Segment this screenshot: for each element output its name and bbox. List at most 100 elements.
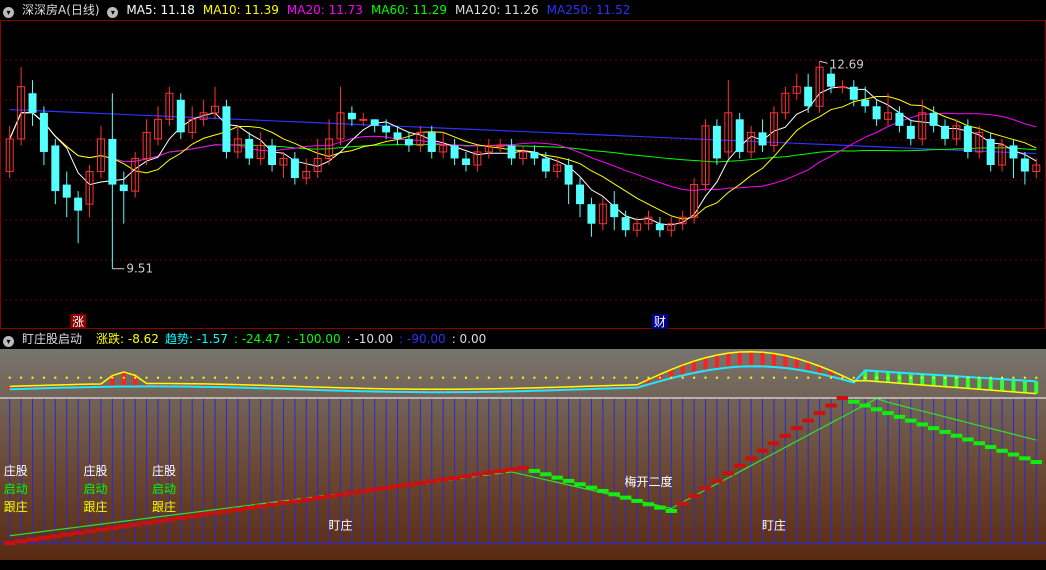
band-bar: [1034, 381, 1039, 394]
dot-marker: [784, 376, 787, 379]
step-block: [939, 429, 951, 434]
step-block: [950, 433, 963, 438]
chevron-down-icon[interactable]: ▾: [3, 7, 14, 18]
dot-marker: [350, 376, 353, 379]
step-block: [528, 468, 541, 473]
step-block: [4, 541, 16, 545]
candle-body: [655, 223, 664, 231]
dot-marker: [567, 376, 570, 379]
dot-marker: [841, 376, 844, 379]
signal-label: 跟庄: [152, 499, 176, 514]
dot-marker: [385, 376, 388, 379]
step-block: [1007, 452, 1020, 457]
step-block: [129, 522, 141, 527]
step-block: [574, 482, 586, 487]
candle-body: [39, 112, 48, 152]
candle-body: [861, 99, 870, 107]
dot-marker: [909, 376, 912, 379]
dot-marker: [282, 376, 285, 379]
dot-marker: [510, 376, 513, 379]
band-bar: [760, 352, 765, 367]
step-block: [426, 479, 438, 484]
chevron-down-icon[interactable]: ▾: [3, 336, 14, 347]
indicator-legend-item: 涨跌: -8.62: [96, 332, 159, 346]
ma-legend-item: MA250: 11.52: [546, 3, 631, 17]
step-block: [437, 477, 449, 482]
step-block: [905, 418, 917, 423]
candle-body: [507, 145, 516, 159]
candle-body: [986, 138, 995, 165]
step-block: [517, 465, 529, 470]
dot-marker: [259, 376, 262, 379]
dot-marker: [430, 376, 433, 379]
step-block: [175, 515, 187, 520]
step-block: [61, 532, 73, 537]
step-block: [369, 487, 381, 492]
step-block: [289, 499, 301, 504]
step-block: [676, 501, 689, 506]
event-marker: 财: [654, 315, 666, 329]
dot-marker: [750, 376, 753, 379]
dot-marker: [1035, 376, 1038, 379]
candle-body: [393, 132, 402, 139]
band-bar: [680, 365, 685, 376]
step-block: [665, 508, 677, 513]
step-block: [277, 500, 290, 505]
step-block: [414, 480, 427, 485]
indicator-chart[interactable]: 庄股启动跟庄 庄股启动跟庄 庄股启动跟庄盯庄 盯庄 梅开二度: [0, 349, 1046, 563]
dot-marker: [579, 376, 582, 379]
chart-frame: [0, 20, 1046, 329]
candle-body: [758, 132, 767, 146]
step-block: [448, 475, 461, 480]
candle-body: [929, 112, 938, 126]
dot-marker: [362, 376, 365, 379]
step-block: [608, 492, 620, 497]
dot-marker: [898, 376, 901, 379]
step-block: [882, 411, 894, 416]
dot-marker: [476, 376, 479, 379]
candlestick-chart[interactable]: 12.69 9.51 涨 财: [0, 20, 1046, 330]
ma-legend-item: MA20: 11.73: [286, 3, 363, 17]
candle-body: [872, 106, 881, 120]
step-block: [163, 517, 176, 522]
step-block: [95, 527, 107, 532]
step-block: [483, 470, 495, 475]
candle-body: [1009, 145, 1018, 159]
candle-body: [427, 132, 436, 152]
dot-marker: [134, 376, 137, 379]
dot-marker: [271, 376, 274, 379]
band-bar: [931, 374, 936, 386]
annotation-label: 梅开二度: [624, 474, 672, 489]
candle-body: [382, 125, 391, 133]
dot-marker: [875, 376, 878, 379]
signal-label: 庄股: [84, 463, 108, 478]
step-block: [711, 478, 723, 483]
candle-body: [176, 99, 185, 133]
candle-body: [895, 112, 904, 126]
dot-marker: [624, 376, 627, 379]
annotation-label: 盯庄: [328, 518, 352, 533]
indicator-legend-item: : 0.00: [451, 332, 487, 346]
chevron-down-icon[interactable]: ▾: [107, 7, 119, 18]
indicator-legend-item: : -24.47: [233, 332, 281, 346]
step-block: [72, 530, 84, 535]
step-block: [311, 495, 324, 500]
dot-marker: [556, 376, 559, 379]
step-block: [745, 456, 757, 461]
indicator-header: ▾ 盯庄股启动 涨跌: -8.62 趋势: -1.57: -24.47: -100.0…: [0, 330, 1046, 348]
candle-body: [587, 204, 596, 224]
step-block: [346, 490, 358, 495]
dot-marker: [944, 376, 947, 379]
step-block: [243, 505, 255, 510]
step-block: [49, 534, 62, 539]
dot-marker: [419, 376, 422, 379]
dot-marker: [202, 376, 205, 379]
step-block: [323, 494, 335, 499]
candle-body: [849, 86, 858, 100]
high-price-label: 12.69: [830, 57, 864, 71]
dot-marker: [681, 376, 684, 379]
dot-marker: [168, 376, 171, 379]
event-marker: 涨: [72, 314, 84, 329]
dot-marker: [179, 376, 182, 379]
low-price-label: 9.51: [126, 262, 153, 276]
